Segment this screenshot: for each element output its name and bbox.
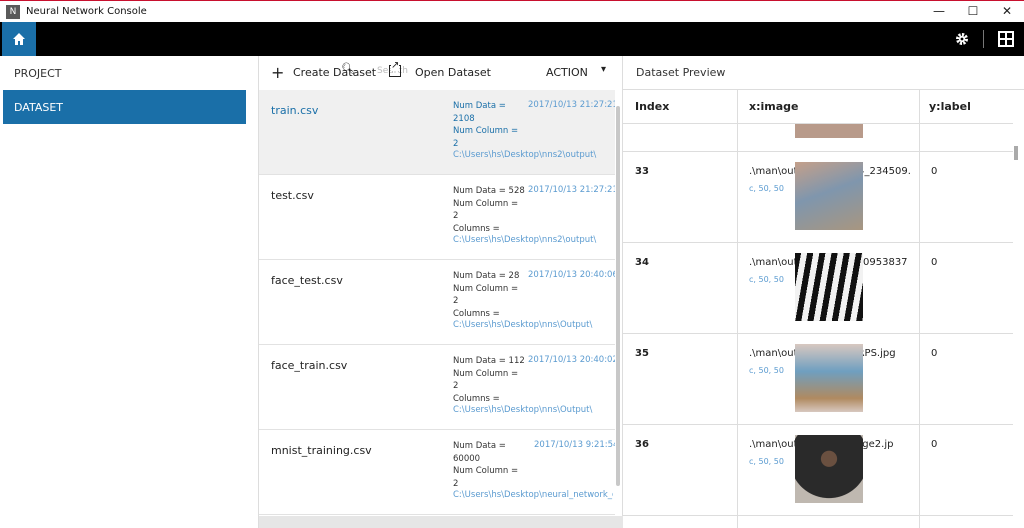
row-index: 35 [635, 348, 649, 359]
home-button[interactable] [2, 22, 36, 56]
image-thumbnail [795, 253, 863, 321]
row-index: 36 [635, 439, 649, 450]
row-index: 33 [635, 166, 649, 177]
header-image[interactable]: x:image [749, 100, 798, 113]
dataset-path: C:\Users\hs\Desktop\neural_network_co [453, 490, 613, 500]
columns: Columns = [453, 308, 500, 319]
row-index: 34 [635, 257, 649, 268]
table-row[interactable]: 36 .\man\out_sc1673_image2.jp c, 50, 50 … [623, 425, 1013, 516]
dataset-path: C:\Users\hs\Desktop\nns\Output\ [453, 405, 593, 415]
list-scrollbar[interactable] [616, 106, 620, 486]
nav-item-project[interactable]: PROJECT [0, 56, 258, 90]
list-item[interactable]: face_test.csv Num Data = 28 Num Column =… [259, 260, 615, 345]
dataset-name: test.csv [271, 189, 314, 202]
dataset-path: C:\Users\hs\Desktop\nns2\output\ [453, 235, 597, 245]
num-column: Num Column = 2 [453, 466, 519, 489]
app-icon: N [6, 4, 20, 19]
dataset-toolbar: + Create Dataset 🔍︎ Search Open Dataset … [259, 56, 622, 90]
list-item[interactable]: test.csv Num Data = 528 Num Column = 2 C… [259, 175, 615, 260]
dataset-date: 2017/10/13 9:21:54 [534, 440, 615, 450]
image-thumbnail [795, 344, 863, 412]
dataset-date: 2017/10/13 20:40:02 [528, 355, 615, 365]
num-data: Num Data = 112 [453, 356, 525, 366]
dataset-list-panel: + Create Dataset 🔍︎ Search Open Dataset … [259, 56, 623, 528]
nav-item-dataset[interactable]: DATASET [3, 90, 246, 124]
image-thumbnail [795, 124, 863, 138]
list-item[interactable]: face_train.csv Num Data = 112 Num Column… [259, 345, 615, 430]
close-button[interactable]: ✕ [990, 1, 1024, 21]
dataset-list: train.csv Num Data = 2108 Num Column = 2… [259, 90, 615, 528]
dataset-path: C:\Users\hs\Desktop\nns\Output\ [453, 320, 593, 330]
image-shape: c, 50, 50 [749, 457, 784, 466]
search-icon[interactable]: 🔍︎ [341, 62, 355, 75]
window-titlebar: N Neural Network Console — ☐ ✕ [0, 0, 1024, 22]
settings-button[interactable] [952, 29, 972, 49]
num-column: Num Column = 2 [453, 198, 519, 222]
dataset-date: 2017/10/13 21:27:21 [528, 185, 615, 195]
chevron-down-icon[interactable]: ▾ [601, 64, 606, 75]
dataset-name: face_test.csv [271, 274, 343, 287]
preview-title: Dataset Preview [623, 56, 1024, 90]
image-thumbnail [795, 162, 863, 230]
dataset-meta: Num Data = 112 Num Column = 2 Columns = [453, 355, 525, 405]
open-dataset-button[interactable]: Open Dataset [415, 66, 491, 79]
maximize-button[interactable]: ☐ [956, 1, 990, 21]
columns: Columns = [453, 393, 500, 404]
image-shape: c, 50, 50 [749, 275, 784, 284]
left-nav: PROJECT DATASET [0, 56, 259, 528]
row-label: 0 [931, 166, 938, 177]
create-dataset-button[interactable]: Create Dataset [293, 66, 376, 79]
list-item[interactable]: train.csv Num Data = 2108 Num Column = 2… [259, 90, 615, 175]
plus-icon[interactable]: + [271, 63, 284, 82]
toolbar-separator [983, 30, 984, 48]
num-data: Num Data = 2108 [453, 101, 506, 124]
table-row[interactable]: 33 .\man\out_(2015-04-04_234509. c, 50, … [623, 152, 1013, 243]
dataset-name: mnist_training.csv [271, 444, 372, 457]
preview-scrollbar[interactable] [1014, 146, 1018, 160]
row-label: 0 [931, 257, 938, 268]
action-dropdown[interactable]: ACTION [546, 66, 588, 79]
gear-icon [956, 33, 968, 45]
minimize-button[interactable]: — [922, 1, 956, 21]
preview-grid: Index x:image y:label 33 .\man\out_(2015… [623, 90, 1013, 528]
columns: Columns = [453, 223, 500, 234]
image-shape: c, 50, 50 [749, 184, 784, 193]
dataset-path: C:\Users\hs\Desktop\nns2\output\ [453, 150, 597, 160]
num-column: Num Column = 2 [453, 126, 519, 149]
dataset-name: train.csv [271, 104, 319, 117]
num-data: Num Data = 28 [453, 271, 520, 281]
dataset-date: 2017/10/13 20:40:06 [528, 270, 615, 280]
dataset-meta: Num Data = 2108 Num Column = 2 [453, 100, 525, 150]
top-bar [0, 22, 1024, 56]
dataset-date: 2017/10/13 21:27:21 [528, 100, 615, 110]
header-index[interactable]: Index [635, 100, 669, 113]
table-row[interactable]: 34 .\man\out_bf0095ab8d0953837 c, 50, 50… [623, 243, 1013, 334]
dataset-meta: Num Data = 28 Num Column = 2 Columns = [453, 270, 525, 320]
num-data: Num Data = 528 [453, 186, 525, 196]
dataset-meta: Num Data = 60000 Num Column = 2 [453, 440, 525, 490]
layout-icon[interactable] [998, 31, 1014, 47]
grid-header: Index x:image y:label [623, 90, 1013, 124]
dataset-preview-panel: Dataset Preview Index x:image y:label 33… [623, 56, 1024, 528]
window-title: Neural Network Console [26, 6, 147, 17]
open-external-icon[interactable] [389, 61, 401, 77]
list-footer [259, 516, 623, 528]
header-label[interactable]: y:label [929, 100, 971, 113]
num-data: Num Data = 60000 [453, 441, 506, 464]
window-controls: — ☐ ✕ [922, 1, 1024, 21]
table-row[interactable] [623, 124, 1013, 152]
dataset-name: face_train.csv [271, 359, 348, 372]
num-column: Num Column = 2 [453, 368, 519, 392]
image-thumbnail [795, 435, 863, 503]
row-label: 0 [931, 348, 938, 359]
table-row[interactable]: 35 .\man\out_plain-mb_PRPS.jpg c, 50, 50… [623, 334, 1013, 425]
list-item[interactable]: mnist_training.csv Num Data = 60000 Num … [259, 430, 615, 515]
num-column: Num Column = 2 [453, 283, 519, 307]
image-shape: c, 50, 50 [749, 366, 784, 375]
home-icon [13, 33, 25, 45]
dataset-meta: Num Data = 528 Num Column = 2 Columns = [453, 185, 525, 235]
row-label: 0 [931, 439, 938, 450]
